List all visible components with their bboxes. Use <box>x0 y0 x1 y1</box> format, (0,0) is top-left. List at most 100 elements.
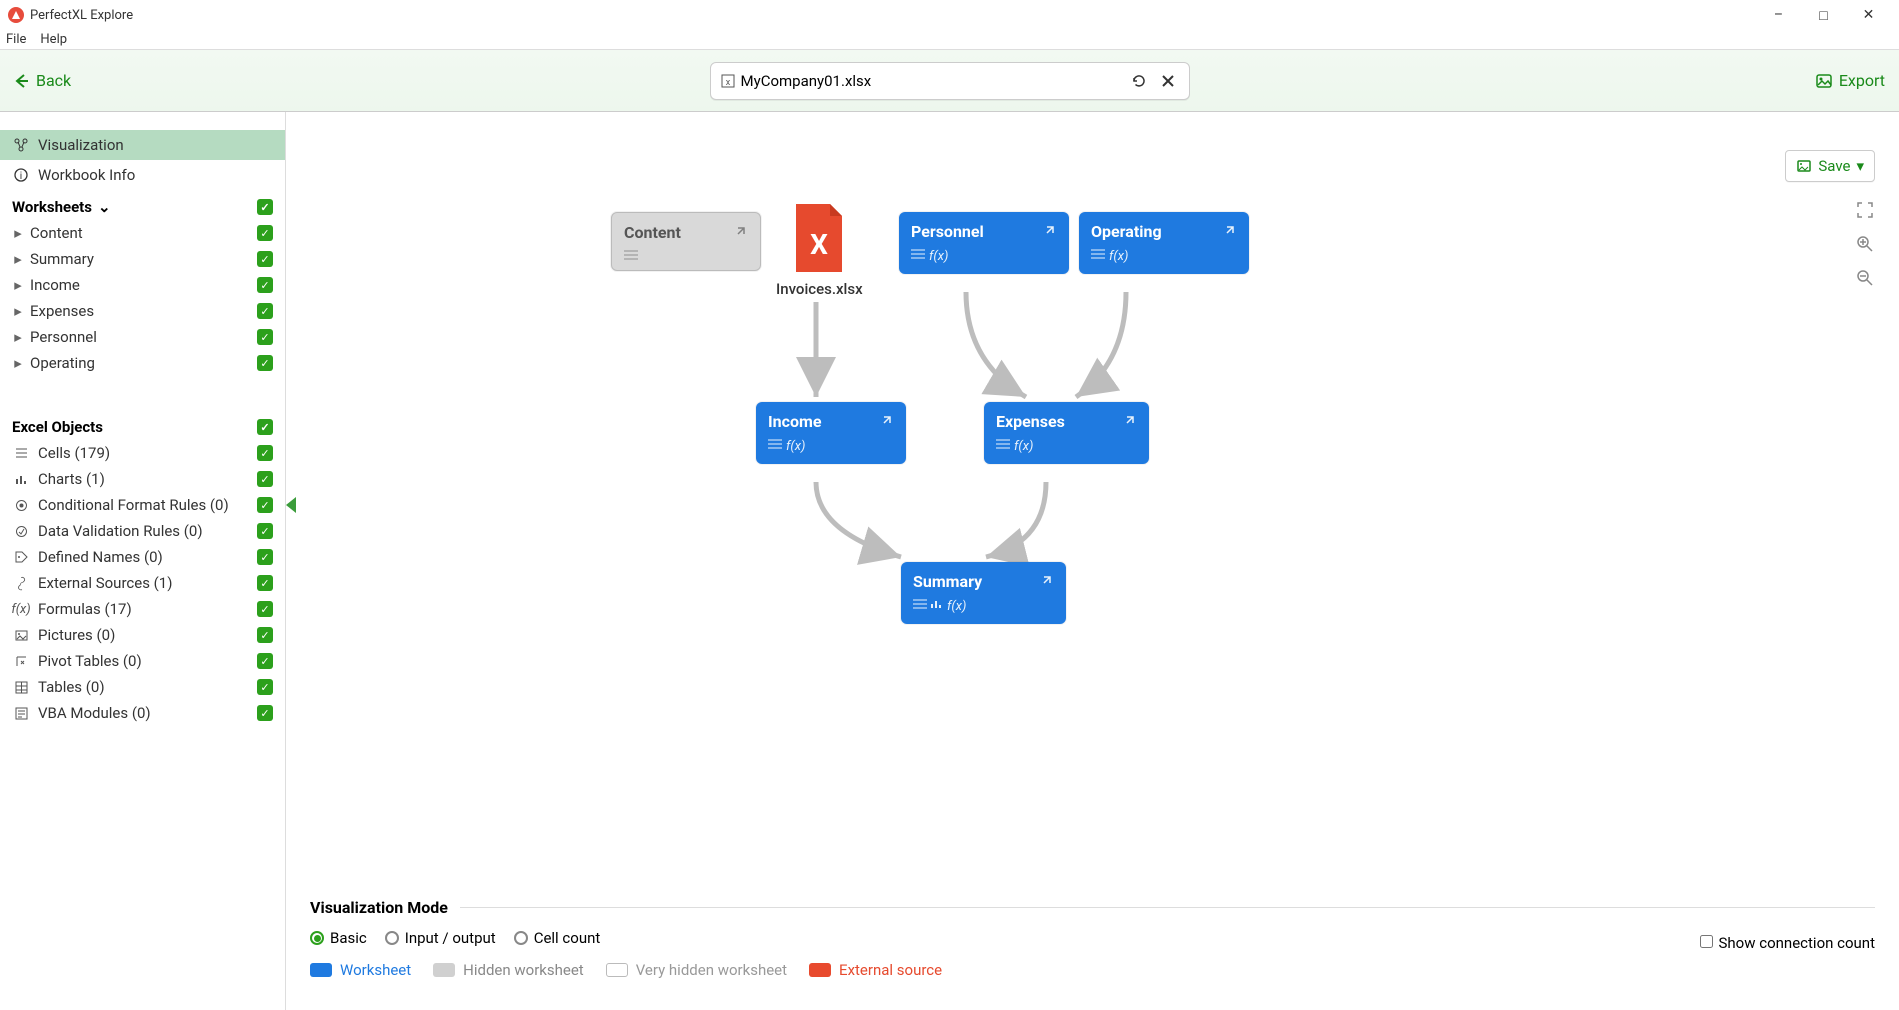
back-button[interactable]: Back <box>12 71 71 90</box>
fx-badge: f(x) <box>786 439 805 454</box>
worksheet-checkbox[interactable]: ✓ <box>257 277 273 293</box>
excel-object-checkbox[interactable]: ✓ <box>257 497 273 513</box>
fullscreen-button[interactable] <box>1853 198 1877 222</box>
worksheet-checkbox[interactable]: ✓ <box>257 329 273 345</box>
excel-file-icon: x <box>721 74 735 88</box>
save-dropdown[interactable]: Save ▾ <box>1785 150 1875 182</box>
node-personnel[interactable]: Personnel f(x) <box>899 212 1069 274</box>
menu-file[interactable]: File <box>6 32 26 47</box>
excel-object-checkbox[interactable]: ✓ <box>257 601 273 617</box>
rows-icon <box>1091 249 1105 259</box>
visualization-canvas[interactable]: Save ▾ <box>286 112 1899 890</box>
node-summary[interactable]: Summary f(x) <box>901 562 1066 624</box>
node-invoices-file[interactable]: X Invoices.xlsx <box>776 202 863 298</box>
worksheets-section-title-row[interactable]: Worksheets ⌄ ✓ <box>0 190 285 220</box>
legend-worksheet-label: Worksheet <box>340 961 411 979</box>
fx-badge: f(x) <box>947 599 966 614</box>
radio-basic[interactable]: Basic <box>310 929 367 947</box>
excel-object-checkbox[interactable]: ✓ <box>257 549 273 565</box>
open-icon[interactable] <box>1040 572 1054 591</box>
close-button[interactable]: ✕ <box>1846 0 1891 30</box>
bottom-panel: Visualization Mode Basic Input / output … <box>286 890 1899 1010</box>
excel-object-checkbox[interactable]: ✓ <box>257 523 273 539</box>
canvas-area: Save ▾ <box>286 112 1899 1010</box>
node-income[interactable]: Income f(x) <box>756 402 906 464</box>
excel-object-checkbox[interactable]: ✓ <box>257 627 273 643</box>
worksheet-row[interactable]: ▸Personnel✓ <box>0 324 285 350</box>
title-bar: PerfectXL Explore – □ ✕ <box>0 0 1899 30</box>
caret-right-icon: ▸ <box>12 328 24 346</box>
radio-cell-count[interactable]: Cell count <box>514 929 601 947</box>
worksheet-checkbox[interactable]: ✓ <box>257 355 273 371</box>
open-icon[interactable] <box>1123 412 1137 431</box>
excel-objects-check-all[interactable]: ✓ <box>257 419 273 435</box>
sidebar: Visualization i Workbook Info Worksheets… <box>0 112 286 1010</box>
open-icon[interactable] <box>880 412 894 431</box>
worksheet-row[interactable]: ▸Expenses✓ <box>0 298 285 324</box>
excel-object-checkbox[interactable]: ✓ <box>257 653 273 669</box>
zoom-in-button[interactable] <box>1853 232 1877 256</box>
excel-objects-section-title-row[interactable]: Excel Objects ✓ <box>0 410 285 440</box>
excel-object-label: Formulas (17) <box>38 600 257 618</box>
worksheet-row[interactable]: ▸Income✓ <box>0 272 285 298</box>
sidebar-collapse-handle[interactable] <box>286 497 296 513</box>
node-content[interactable]: Content <box>611 212 761 271</box>
worksheet-row[interactable]: ▸ Operating✓ <box>0 350 285 376</box>
clear-file-button[interactable] <box>1157 70 1179 92</box>
excel-object-row[interactable]: Cells (179)✓ <box>0 440 285 466</box>
excel-object-checkbox[interactable]: ✓ <box>257 705 273 721</box>
excel-object-row[interactable]: Data Validation Rules (0)✓ <box>0 518 285 544</box>
show-connection-count[interactable]: Show connection count <box>1700 934 1875 952</box>
zoom-out-button[interactable] <box>1853 266 1877 290</box>
worksheets-check-all[interactable]: ✓ <box>257 199 273 215</box>
excel-object-label: Charts (1) <box>38 470 257 488</box>
svg-text:x: x <box>725 78 730 88</box>
worksheet-checkbox[interactable]: ✓ <box>257 225 273 241</box>
excel-object-row[interactable]: VBA Modules (0)✓ <box>0 700 285 726</box>
window-controls: – □ ✕ <box>1756 0 1891 30</box>
excel-object-checkbox[interactable]: ✓ <box>257 445 273 461</box>
excel-object-checkbox[interactable]: ✓ <box>257 679 273 695</box>
caret-right-icon: ▸ <box>12 354 24 372</box>
excel-object-checkbox[interactable]: ✓ <box>257 471 273 487</box>
open-icon[interactable] <box>734 223 748 242</box>
node-operating[interactable]: Operating f(x) <box>1079 212 1249 274</box>
excel-object-row[interactable]: External Sources (1)✓ <box>0 570 285 596</box>
legend-external-label: External source <box>839 961 942 979</box>
radio-input-output[interactable]: Input / output <box>385 929 496 947</box>
excel-object-row[interactable]: f(x)Formulas (17)✓ <box>0 596 285 622</box>
fx-badge: f(x) <box>929 249 948 264</box>
worksheet-checkbox[interactable]: ✓ <box>257 251 273 267</box>
open-icon[interactable] <box>1043 222 1057 241</box>
show-connection-label: Show connection count <box>1719 934 1875 952</box>
excel-object-row[interactable]: Tables (0)✓ <box>0 674 285 700</box>
excel-object-row[interactable]: Charts (1)✓ <box>0 466 285 492</box>
worksheet-checkbox[interactable]: ✓ <box>257 303 273 319</box>
excel-object-row[interactable]: Pictures (0)✓ <box>0 622 285 648</box>
worksheet-row[interactable]: ▸Content✓ <box>0 220 285 246</box>
swatch-blue <box>310 963 332 977</box>
open-icon[interactable] <box>1223 222 1237 241</box>
sidebar-item-workbook-info[interactable]: i Workbook Info <box>0 160 285 190</box>
minimize-button[interactable]: – <box>1756 0 1801 30</box>
file-name: MyCompany01.xlsx <box>741 72 872 90</box>
excel-object-label: Conditional Format Rules (0) <box>38 496 257 514</box>
rows-icon <box>913 599 927 609</box>
excel-object-checkbox[interactable]: ✓ <box>257 575 273 591</box>
menu-help[interactable]: Help <box>40 32 67 47</box>
node-expenses-title: Expenses <box>996 412 1065 431</box>
sidebar-workbook-info-label: Workbook Info <box>38 166 135 184</box>
sidebar-item-visualization[interactable]: Visualization <box>0 130 285 160</box>
excel-object-row[interactable]: Conditional Format Rules (0)✓ <box>0 492 285 518</box>
show-connection-checkbox[interactable] <box>1700 935 1713 948</box>
excel-object-row[interactable]: Defined Names (0)✓ <box>0 544 285 570</box>
main-layout: Visualization i Workbook Info Worksheets… <box>0 112 1899 1010</box>
maximize-button[interactable]: □ <box>1801 0 1846 30</box>
node-expenses[interactable]: Expenses f(x) <box>984 402 1149 464</box>
excel-object-label: Pictures (0) <box>38 626 257 644</box>
refresh-button[interactable] <box>1127 69 1151 93</box>
worksheet-label: Operating <box>30 354 257 372</box>
export-button[interactable]: Export <box>1815 71 1885 90</box>
worksheet-row[interactable]: ▸Summary✓ <box>0 246 285 272</box>
excel-object-row[interactable]: Pivot Tables (0)✓ <box>0 648 285 674</box>
